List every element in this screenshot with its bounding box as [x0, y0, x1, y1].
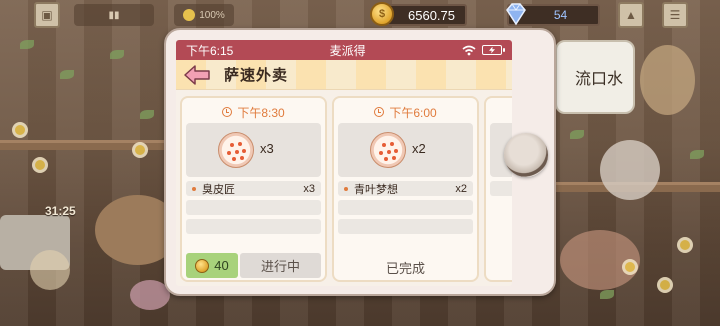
order-item-row: 青叶梦想 x2: [338, 181, 473, 196]
smile-icon: [183, 9, 196, 21]
phone-device: 下午6:15 麦派得 萨速外卖 下午8:30 x3 臭皮匠 x3 40 进行中 …: [164, 28, 556, 296]
bullet-dot: [344, 186, 348, 191]
food-quantity: x3: [260, 141, 274, 156]
leaf-decoration: [690, 150, 704, 159]
food-panel: x2: [338, 123, 473, 177]
phone-status-bar: 下午6:15 麦派得: [176, 40, 512, 60]
coin-icon: $: [370, 2, 394, 26]
phone-time: 下午6:15: [186, 43, 234, 58]
flower-decoration: [135, 145, 145, 155]
diamond-icon: [506, 3, 526, 26]
clock-icon: [374, 107, 385, 117]
leaf-decoration: [600, 290, 614, 299]
empty-row: [490, 181, 512, 196]
reward-amount: 40: [214, 258, 229, 273]
order-item-name: 臭皮匠: [202, 183, 235, 196]
flower-decoration: [15, 125, 25, 135]
food-panel: x3: [186, 123, 321, 177]
flower-decoration: [680, 240, 690, 250]
leaf-decoration: [20, 40, 34, 49]
gem-value: 54: [553, 8, 568, 22]
empty-row: [338, 200, 473, 215]
mood-percent: 100%: [199, 9, 225, 21]
home-icon: ▣: [41, 8, 53, 22]
hamburger-icon: ☰: [669, 8, 681, 22]
status-label: 进行中: [260, 259, 300, 274]
leaf-decoration: [140, 110, 154, 119]
dialogue-text: 流口水: [574, 71, 623, 88]
phone-app-name: 麦派得: [329, 43, 366, 58]
status-icons: [462, 45, 505, 56]
flower-decoration: [625, 262, 635, 272]
coin-value: 6560.75: [408, 7, 455, 23]
dialogue-bubble: 流口水: [555, 40, 635, 114]
order-item-name: 青叶梦想: [354, 183, 398, 196]
coin-counter: 6560.75: [383, 4, 467, 26]
energy-icon: ▮▮: [108, 9, 120, 21]
order-list[interactable]: 下午8:30 x3 臭皮匠 x3 40 进行中 下午6:00 x2 青叶梦想 x…: [176, 96, 512, 282]
phone-home-button[interactable]: [504, 133, 548, 177]
empty-row: [338, 219, 473, 234]
leaf-decoration: [570, 130, 584, 139]
flower-decoration: [660, 280, 670, 290]
pizza-icon: [370, 132, 406, 168]
scroll-up-button[interactable]: ▲: [618, 2, 644, 28]
order-item-qty: x2: [455, 182, 467, 195]
pizza-icon: [218, 132, 254, 168]
order-time: 下午8:30: [182, 104, 325, 120]
order-item-row: 臭皮匠 x3: [186, 181, 321, 196]
order-card[interactable]: 下午8:30 x3 臭皮匠 x3 40 进行中: [180, 96, 327, 282]
chevron-up-icon: ▲: [625, 8, 637, 22]
balloon: [600, 140, 660, 200]
plant-pot: [30, 250, 70, 290]
back-button[interactable]: [182, 64, 212, 86]
completed-status: 已完成: [385, 261, 425, 276]
order-card[interactable]: 下午6:00 x2 青叶梦想 x2 已完成: [332, 96, 479, 282]
app-header: 萨速外卖: [176, 60, 512, 90]
flower-decoration: [35, 160, 45, 170]
phone-screen: 下午6:15 麦派得 萨速外卖 下午8:30 x3 臭皮匠 x3 40 进行中 …: [176, 40, 512, 286]
empty-row: [186, 200, 321, 215]
leaf-decoration: [110, 50, 124, 59]
coin-icon: [195, 258, 210, 273]
order-time-text: 下午6:00: [389, 105, 437, 120]
arrow-left-icon: [184, 64, 210, 85]
leaf-decoration: [60, 70, 74, 79]
profile-button[interactable]: ▣: [34, 2, 60, 28]
order-time: 下午6:00: [334, 104, 477, 120]
reward-badge: 40: [186, 253, 238, 278]
order-time-text: 下午8:30: [237, 105, 285, 120]
battery-icon: [482, 45, 505, 55]
empty-row: [186, 219, 321, 234]
teapot: [560, 230, 640, 290]
bullet-dot: [192, 186, 196, 191]
wifi-icon: [462, 45, 476, 55]
energy-indicator: ▮▮: [74, 4, 154, 26]
background-timer: 31:25: [45, 204, 76, 218]
bouquet: [640, 45, 695, 115]
clock-icon: [222, 107, 233, 117]
food-quantity: x2: [412, 141, 426, 156]
mood-indicator: 100%: [174, 4, 234, 26]
in-progress-button[interactable]: 进行中: [240, 253, 321, 278]
page-title: 萨速外卖: [224, 67, 289, 84]
order-item-qty: x3: [303, 182, 315, 195]
menu-button[interactable]: ☰: [662, 2, 688, 28]
order-card-partial[interactable]: [484, 96, 512, 282]
